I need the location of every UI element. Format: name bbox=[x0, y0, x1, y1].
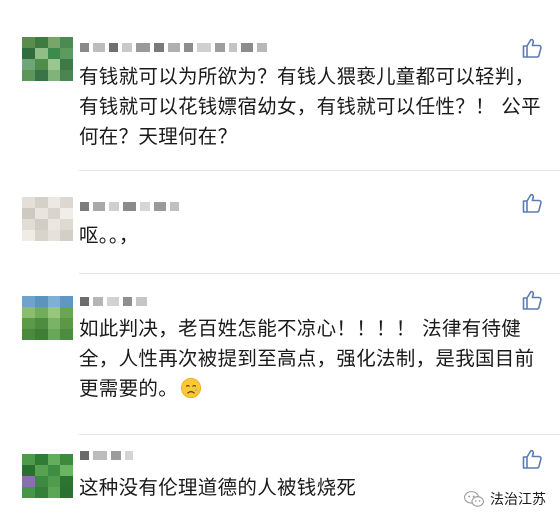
commenter-name bbox=[80, 199, 179, 213]
wechat-icon bbox=[464, 491, 484, 507]
sad-face-emoji bbox=[181, 378, 202, 398]
comment-item: 呕。。， bbox=[0, 171, 560, 273]
avatar[interactable] bbox=[22, 296, 73, 340]
thumbs-up-icon[interactable] bbox=[520, 36, 544, 60]
comment-text: 有钱就可以为所欲为？有钱人猥亵儿童都可以轻判，有钱就可以花钱嫖宿幼女，有钱就可以… bbox=[79, 65, 541, 148]
commenter-name bbox=[80, 448, 133, 462]
thumbs-up-icon[interactable] bbox=[520, 447, 544, 471]
comment-item: 有钱就可以为所欲为？有钱人猥亵儿童都可以轻判，有钱就可以花钱嫖宿幼女，有钱就可以… bbox=[0, 0, 560, 170]
avatar[interactable] bbox=[22, 454, 73, 498]
thumbs-up-icon[interactable] bbox=[520, 288, 544, 312]
comment-text-body: 如此判决，老百姓怎能不凉心！！！！ 法律有待健全，人性再次被提到至高点，强化法制… bbox=[79, 317, 535, 400]
avatar[interactable] bbox=[22, 197, 73, 241]
comment-text: 如此判决，老百姓怎能不凉心！！！！ 法律有待健全，人性再次被提到至高点，强化法制… bbox=[79, 314, 542, 404]
thumbs-up-icon[interactable] bbox=[520, 191, 544, 215]
comment-text: 呕。。， bbox=[79, 224, 139, 247]
comment-item: 如此判决，老百姓怎能不凉心！！！！ 法律有待健全，人性再次被提到至高点，强化法制… bbox=[0, 274, 560, 434]
commenter-name bbox=[80, 294, 147, 308]
watermark: 法治江苏 bbox=[463, 489, 546, 509]
commenter-name bbox=[80, 40, 267, 54]
avatar[interactable] bbox=[22, 37, 73, 81]
watermark-text: 法治江苏 bbox=[490, 492, 546, 508]
